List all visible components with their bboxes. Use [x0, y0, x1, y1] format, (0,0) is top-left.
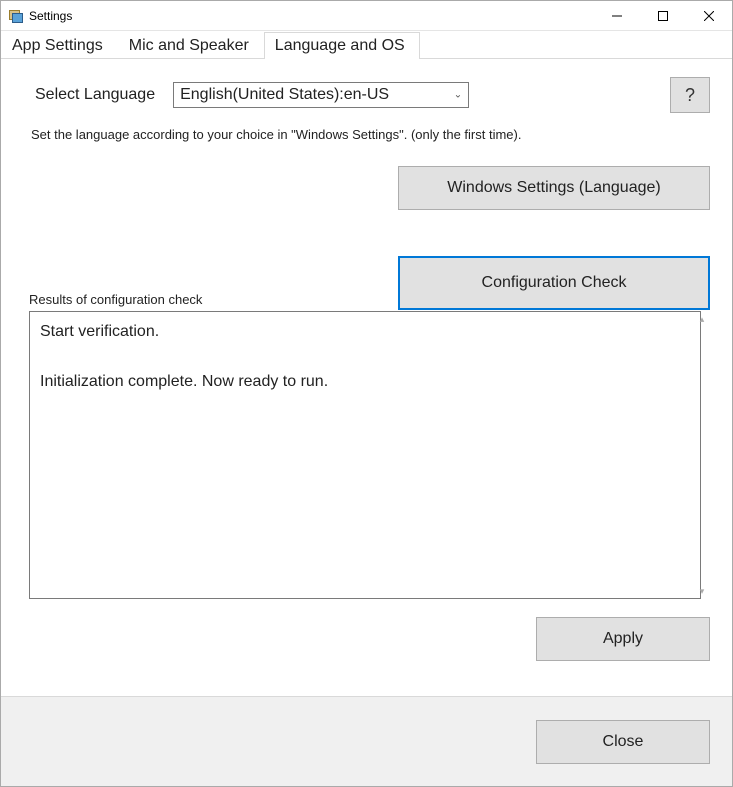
- windows-settings-button[interactable]: Windows Settings (Language): [398, 166, 710, 210]
- tab-app-settings[interactable]: App Settings: [1, 32, 118, 59]
- apply-button[interactable]: Apply: [536, 617, 710, 661]
- apply-button-label: Apply: [603, 630, 643, 648]
- minimize-icon: [612, 11, 622, 21]
- app-icon: [7, 8, 23, 24]
- dialog-footer: Close: [1, 696, 732, 786]
- maximize-button[interactable]: [640, 1, 686, 30]
- tab-content: Select Language English(United States):e…: [1, 59, 732, 696]
- help-icon: ?: [685, 85, 695, 106]
- apply-row: Apply: [29, 617, 710, 661]
- language-row: Select Language English(United States):e…: [29, 77, 710, 113]
- close-window-button[interactable]: [686, 1, 732, 30]
- title-bar: Settings: [1, 1, 732, 31]
- configuration-check-button-label: Configuration Check: [482, 274, 627, 292]
- chevron-down-icon: ⌄: [454, 90, 462, 101]
- close-button-label: Close: [603, 733, 644, 751]
- close-button[interactable]: Close: [536, 720, 710, 764]
- tab-mic-and-speaker[interactable]: Mic and Speaker: [118, 32, 264, 59]
- results-container: Start verification. Initialization compl…: [29, 311, 710, 599]
- language-dropdown-value: English(United States):en-US: [180, 86, 389, 104]
- language-dropdown[interactable]: English(United States):en-US ⌄: [173, 82, 469, 108]
- help-button[interactable]: ?: [670, 77, 710, 113]
- maximize-icon: [658, 11, 668, 21]
- tab-language-and-os[interactable]: Language and OS: [264, 32, 420, 59]
- windows-settings-button-label: Windows Settings (Language): [447, 179, 660, 197]
- minimize-button[interactable]: [594, 1, 640, 30]
- action-button-stack: Windows Settings (Language) Configuratio…: [29, 166, 710, 310]
- window-controls: [594, 1, 732, 30]
- results-textarea[interactable]: Start verification. Initialization compl…: [29, 311, 701, 599]
- results-label: Results of configuration check: [29, 292, 710, 307]
- select-language-label: Select Language: [35, 86, 155, 104]
- language-note: Set the language according to your choic…: [31, 127, 710, 142]
- close-icon: [704, 11, 714, 21]
- window-title: Settings: [29, 9, 594, 23]
- tab-strip: App Settings Mic and Speaker Language an…: [1, 31, 732, 59]
